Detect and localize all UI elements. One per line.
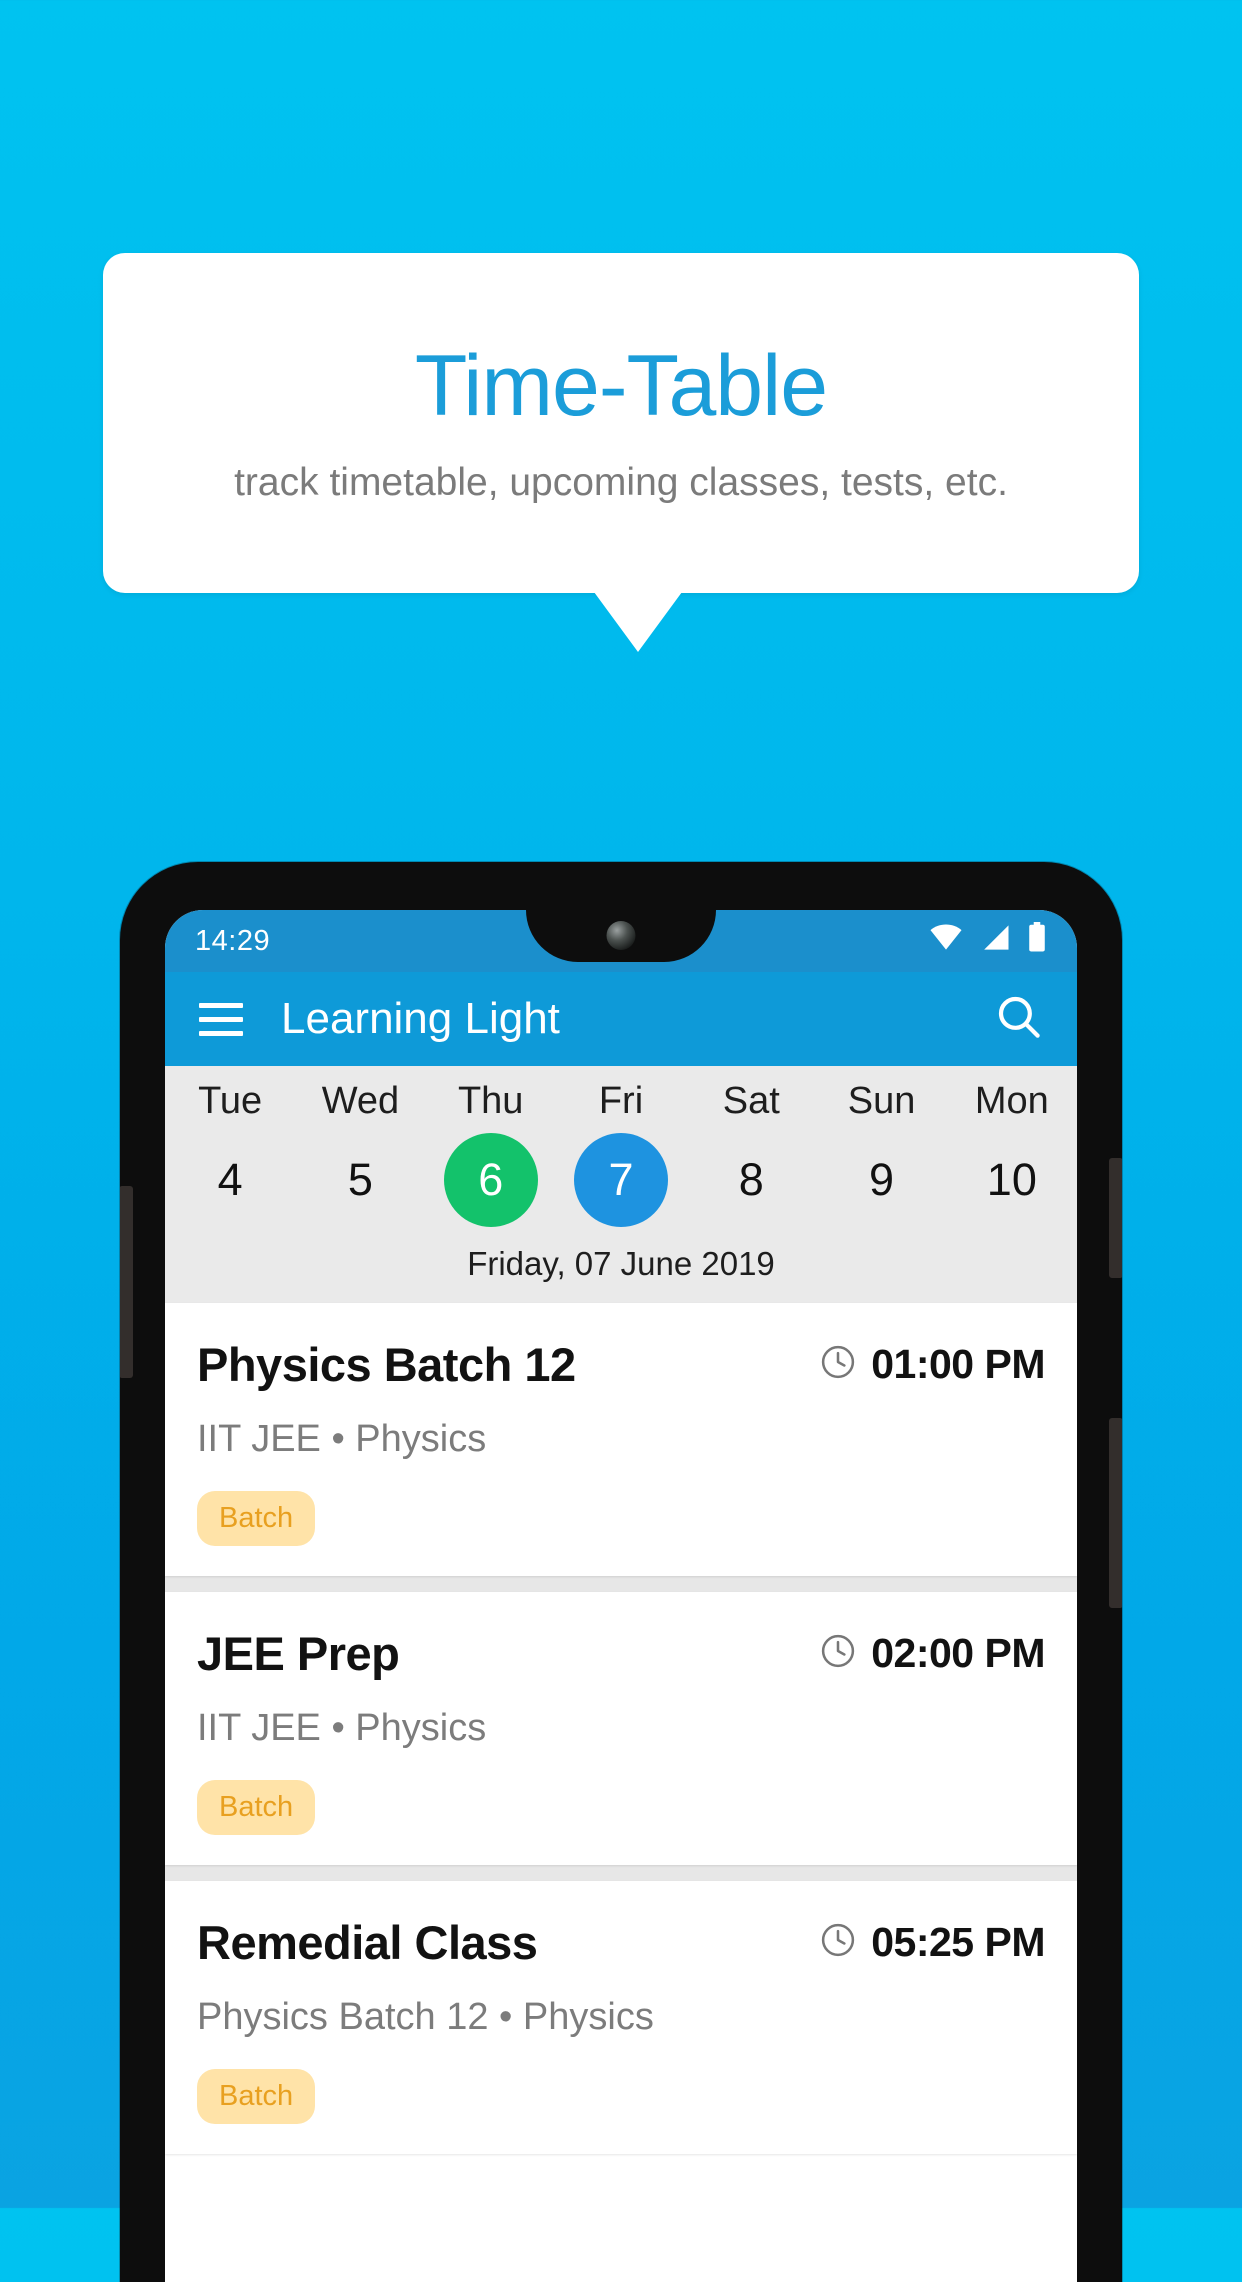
promo-subtitle: track timetable, upcoming classes, tests… — [234, 461, 1008, 505]
signal-icon — [980, 924, 1010, 959]
class-tag-badge: Batch — [197, 1780, 316, 1835]
power-button[interactable] — [1109, 1418, 1122, 1608]
class-card-header: Remedial Class 05:25 PM — [197, 1915, 1045, 1970]
left-side-button[interactable] — [120, 1186, 133, 1378]
page-title: Time-Table — [414, 337, 828, 434]
day-column-sat[interactable]: Sat 8 — [686, 1080, 816, 1227]
class-subtitle: IIT JEE • Physics — [197, 1707, 487, 1749]
day-column-tue[interactable]: Tue 4 — [165, 1080, 295, 1227]
status-icons — [929, 922, 1047, 960]
day-name: Thu — [457, 1080, 524, 1122]
day-number-selected[interactable]: 7 — [573, 1133, 668, 1227]
hamburger-menu-icon[interactable] — [199, 1002, 243, 1036]
class-card[interactable]: Physics Batch 12 01:00 PM IIT JEE • Phys… — [165, 1303, 1077, 1576]
class-time-wrapper: 01:00 PM — [819, 1341, 1045, 1388]
class-list: Physics Batch 12 01:00 PM IIT JEE • Phys… — [165, 1303, 1077, 2154]
class-card-header: Physics Batch 12 01:00 PM — [197, 1337, 1045, 1392]
class-time: 05:25 PM — [871, 1919, 1045, 1965]
class-subtitle: Physics Batch 12 • Physics — [197, 1996, 654, 2038]
day-number[interactable]: 10 — [965, 1133, 1059, 1227]
class-tag-badge: Batch — [197, 2069, 316, 2124]
day-number[interactable]: 5 — [313, 1133, 407, 1227]
class-time-wrapper: 05:25 PM — [819, 1919, 1045, 1966]
class-title: Remedial Class — [197, 1916, 538, 1969]
promo-bubble-tail — [594, 592, 682, 652]
clock-icon — [819, 1343, 857, 1386]
search-icon[interactable] — [995, 993, 1043, 1046]
class-title: Physics Batch 12 — [197, 1338, 576, 1391]
class-card[interactable]: Remedial Class 05:25 PM Physics Batch 12… — [165, 1881, 1077, 2154]
day-name: Mon — [974, 1080, 1049, 1122]
day-name: Sun — [847, 1080, 916, 1122]
clock-icon — [819, 1921, 857, 1964]
day-name: Sat — [722, 1080, 780, 1122]
class-card[interactable]: JEE Prep 02:00 PM IIT JEE • Physics Batc… — [165, 1592, 1077, 1865]
menu-line — [199, 1030, 243, 1036]
class-time-wrapper: 02:00 PM — [819, 1630, 1045, 1677]
front-camera — [606, 921, 636, 950]
day-number[interactable]: 9 — [835, 1133, 929, 1227]
class-time: 02:00 PM — [871, 1630, 1045, 1676]
status-time: 14:29 — [195, 924, 271, 957]
day-column-wed[interactable]: Wed 5 — [295, 1080, 425, 1227]
phone-mockup: 14:29 Learning Light Tue 4 Wed 5 Thu 6 F… — [120, 862, 1122, 2282]
selected-full-date: Friday, 07 June 2019 — [467, 1245, 775, 1282]
battery-icon — [1027, 922, 1047, 960]
class-subtitle: IIT JEE • Physics — [197, 1418, 487, 1460]
volume-button[interactable] — [1109, 1158, 1122, 1278]
day-number-today[interactable]: 6 — [443, 1133, 538, 1227]
class-tag-badge: Batch — [197, 1491, 316, 1546]
date-strip: Tue 4 Wed 5 Thu 6 Fri 7 Sat 8 Sun 9 Mon … — [165, 1066, 1077, 1303]
day-column-fri[interactable]: Fri 7 — [556, 1080, 686, 1227]
wifi-icon — [929, 924, 963, 959]
class-title: JEE Prep — [197, 1627, 400, 1680]
day-row: Tue 4 Wed 5 Thu 6 Fri 7 Sat 8 Sun 9 Mon … — [165, 1080, 1077, 1227]
day-column-mon[interactable]: Mon 10 — [947, 1080, 1077, 1227]
day-name: Wed — [321, 1080, 400, 1122]
day-name: Tue — [198, 1080, 263, 1122]
phone-screen: 14:29 Learning Light Tue 4 Wed 5 Thu 6 F… — [165, 910, 1077, 2282]
app-title: Learning Light — [281, 994, 560, 1043]
day-number[interactable]: 8 — [704, 1133, 798, 1227]
promo-card: Time-Table track timetable, upcoming cla… — [103, 253, 1139, 593]
clock-icon — [819, 1632, 857, 1675]
class-time: 01:00 PM — [871, 1341, 1045, 1387]
day-number[interactable]: 4 — [183, 1133, 277, 1227]
day-column-thu[interactable]: Thu 6 — [426, 1080, 556, 1227]
menu-line — [199, 1016, 243, 1022]
app-bar: Learning Light — [165, 972, 1077, 1066]
class-card-header: JEE Prep 02:00 PM — [197, 1626, 1045, 1681]
day-name: Fri — [598, 1080, 644, 1122]
day-column-sun[interactable]: Sun 9 — [816, 1080, 946, 1227]
status-bar: 14:29 — [165, 910, 1077, 972]
menu-line — [199, 1002, 243, 1008]
